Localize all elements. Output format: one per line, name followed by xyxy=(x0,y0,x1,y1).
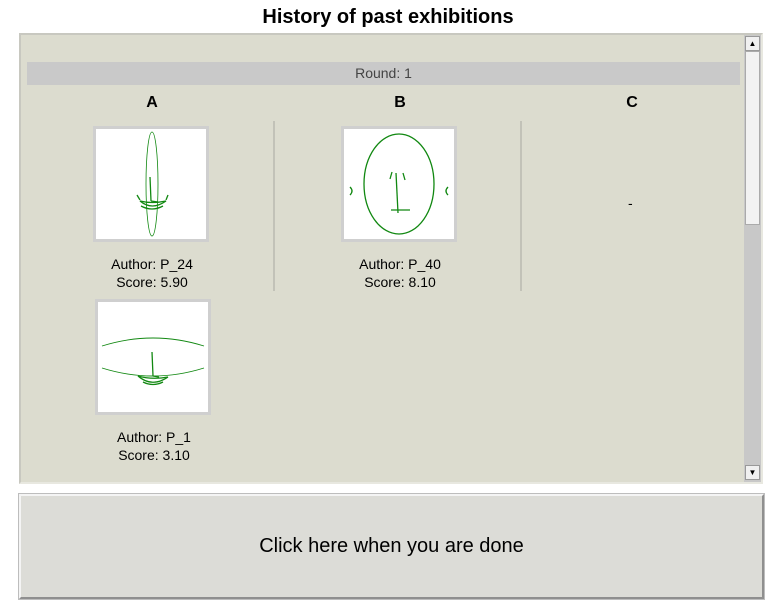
entry-caption-p24: Author: P_24 Score: 5.90 xyxy=(82,255,222,291)
score-label: Score: 8.10 xyxy=(364,274,436,290)
exhibit-thumbnail-p1[interactable] xyxy=(95,299,211,415)
column-c-header: C xyxy=(626,94,638,111)
author-label: Author: P_1 xyxy=(117,429,191,445)
scroll-down-icon[interactable]: ▼ xyxy=(745,465,760,480)
entry-caption-p40: Author: P_40 Score: 8.10 xyxy=(330,255,470,291)
vertical-scrollbar[interactable]: ▲ ▼ xyxy=(744,35,761,482)
scroll-up-icon[interactable]: ▲ xyxy=(745,36,760,51)
score-label: Score: 3.10 xyxy=(118,447,190,463)
exhibit-thumbnail-p24[interactable] xyxy=(93,126,209,242)
column-a-header: A xyxy=(146,94,158,111)
column-divider xyxy=(520,121,522,291)
column-b-header: B xyxy=(394,94,406,111)
round-header: Round: 1 xyxy=(27,62,740,85)
exhibit-thumbnail-p40[interactable] xyxy=(341,126,457,242)
column-divider xyxy=(273,121,275,291)
face-a-icon xyxy=(136,131,169,237)
entry-caption-p1: Author: P_1 Score: 3.10 xyxy=(84,428,224,464)
author-label: Author: P_40 xyxy=(359,256,441,272)
exhibitions-panel[interactable]: Round: 1 A B C Author: P_24 Score: 5.90 xyxy=(19,33,763,484)
empty-column-marker: - xyxy=(628,195,633,211)
page-title: History of past exhibitions xyxy=(262,6,514,28)
scrollbar-thumb[interactable] xyxy=(745,51,760,225)
author-label: Author: P_24 xyxy=(111,256,193,272)
score-label: Score: 5.90 xyxy=(116,274,188,290)
done-button[interactable]: Click here when you are done xyxy=(18,493,765,600)
face-c-icon xyxy=(101,337,205,386)
face-b-icon xyxy=(349,133,449,235)
